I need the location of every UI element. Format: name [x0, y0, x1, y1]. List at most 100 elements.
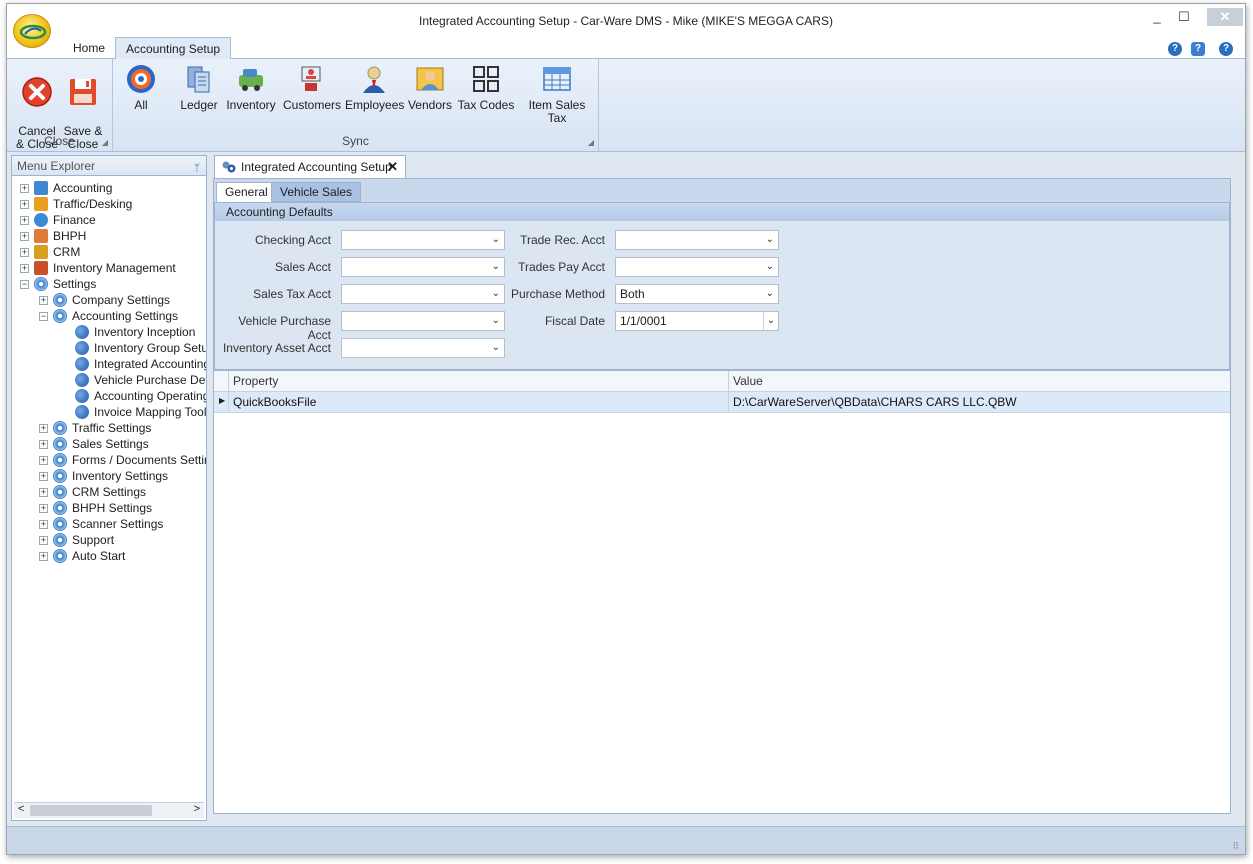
resize-grip-icon[interactable]: ⠿: [1232, 841, 1239, 852]
group-launcher-icon[interactable]: ◢: [588, 138, 594, 147]
gear-icon: [53, 533, 67, 547]
tree-item[interactable]: + Forms / Documents Setting: [12, 452, 206, 468]
tree-item[interactable]: − Accounting Settings: [12, 308, 206, 324]
sync-employees-button[interactable]: Employees: [345, 61, 404, 112]
right-field-select[interactable]: ⌄: [615, 230, 779, 250]
left-field-select[interactable]: ⌄: [341, 338, 505, 358]
tree-item[interactable]: + Support: [12, 532, 206, 548]
cell-value[interactable]: D:\CarWareServer\QBData\CHARS CARS LLC.Q…: [728, 392, 1232, 412]
tree-item[interactable]: + Sales Settings: [12, 436, 206, 452]
tab-vehicle-sales[interactable]: Vehicle Sales: [271, 182, 362, 202]
tree-item[interactable]: Inventory Inception: [12, 324, 206, 340]
chevron-down-icon[interactable]: ⌄: [763, 312, 778, 330]
app-logo-icon[interactable]: [13, 14, 51, 48]
sync-item-sales-tax-button[interactable]: Item Sales Tax: [519, 61, 595, 125]
tree-expander-icon[interactable]: +: [39, 488, 48, 497]
tree-expander-icon[interactable]: +: [20, 184, 29, 193]
tree-expander-icon[interactable]: +: [39, 504, 48, 513]
chevron-down-icon[interactable]: ⌄: [492, 285, 500, 303]
right-field-select[interactable]: 1/1/0001 ⌄: [615, 311, 779, 331]
tree-item[interactable]: + Scanner Settings: [12, 516, 206, 532]
left-field-select[interactable]: ⌄: [341, 311, 505, 331]
sync-customers-button[interactable]: Customers: [283, 61, 342, 112]
tree-item[interactable]: + BHPH: [12, 228, 206, 244]
column-header-property[interactable]: Property: [228, 371, 728, 392]
tree-item[interactable]: + Traffic Settings: [12, 420, 206, 436]
chevron-down-icon[interactable]: ⌄: [492, 231, 500, 249]
tree-expander-icon[interactable]: −: [20, 280, 29, 289]
tree-expander-icon[interactable]: +: [39, 536, 48, 545]
sync-inventory-button[interactable]: Inventory: [225, 61, 277, 112]
minimize-button[interactable]: _: [1144, 8, 1170, 26]
gears-icon: [75, 341, 89, 355]
tree-expander-icon[interactable]: +: [39, 520, 48, 529]
tree-expander-icon[interactable]: +: [39, 552, 48, 561]
tree-item[interactable]: Accounting Operating: [12, 388, 206, 404]
tree-item[interactable]: + Traffic/Desking: [12, 196, 206, 212]
chevron-down-icon[interactable]: ⌄: [766, 231, 774, 249]
left-field-select[interactable]: ⌄: [341, 230, 505, 250]
tree-expander-icon[interactable]: +: [20, 264, 29, 273]
tree-expander-icon[interactable]: +: [39, 456, 48, 465]
chevron-down-icon[interactable]: ⌄: [492, 339, 500, 357]
tree-expander-icon[interactable]: −: [39, 312, 48, 321]
document-tab[interactable]: Integrated Accounting Setup ✕: [214, 155, 406, 178]
right-field-select[interactable]: ⌄: [615, 257, 779, 277]
tree-expander-icon[interactable]: +: [20, 248, 29, 257]
left-field-select[interactable]: ⌄: [341, 257, 505, 277]
sync-ledger-button[interactable]: Ledger: [175, 61, 223, 112]
table-row[interactable]: ▶ QuickBooksFile D:\CarWareServer\QBData…: [214, 392, 1230, 413]
support-chat-icon[interactable]: ?: [1191, 42, 1205, 56]
tab-accounting-setup[interactable]: Accounting Setup: [115, 37, 232, 60]
tab-general[interactable]: General: [216, 182, 277, 202]
left-field-select[interactable]: ⌄: [341, 284, 505, 304]
close-tab-icon[interactable]: ✕: [387, 156, 398, 178]
sync-all-icon: [127, 65, 155, 93]
right-field-select[interactable]: Both ⌄: [615, 284, 779, 304]
tree-item[interactable]: + Accounting: [12, 180, 206, 196]
cell-property[interactable]: QuickBooksFile: [228, 392, 728, 412]
tree-item[interactable]: + Company Settings: [12, 292, 206, 308]
menu-explorer-panel: Menu Explorer ᛘ + Accounting + Traffic/Desk…: [11, 155, 207, 821]
tree-expander-icon[interactable]: +: [20, 232, 29, 241]
close-button[interactable]: ✕: [1207, 8, 1243, 26]
tree-item[interactable]: Inventory Group Setup: [12, 340, 206, 356]
tree-expander-icon[interactable]: +: [20, 216, 29, 225]
tree-item[interactable]: Vehicle Purchase Defa: [12, 372, 206, 388]
tab-home[interactable]: Home: [63, 37, 115, 59]
tree-item[interactable]: + CRM Settings: [12, 484, 206, 500]
sync-all-button[interactable]: All: [123, 61, 159, 112]
about-icon[interactable]: ?: [1219, 42, 1233, 56]
pin-icon[interactable]: ᛘ: [194, 159, 200, 179]
tree-item[interactable]: + Inventory Management: [12, 260, 206, 276]
column-header-value[interactable]: Value: [728, 371, 1232, 392]
tree-item[interactable]: − Settings: [12, 276, 206, 292]
sync-tax-codes-button[interactable]: Tax Codes: [457, 61, 515, 112]
sync-vendors-button[interactable]: Vendors: [407, 61, 453, 112]
tree-item[interactable]: + CRM: [12, 244, 206, 260]
chevron-down-icon[interactable]: ⌄: [766, 258, 774, 276]
tree-expander-icon[interactable]: +: [39, 424, 48, 433]
tree-expander-icon[interactable]: +: [39, 440, 48, 449]
chevron-down-icon[interactable]: ⌄: [492, 312, 500, 330]
tree-expander-icon[interactable]: +: [20, 200, 29, 209]
tree-item[interactable]: Invoice Mapping Tool: [12, 404, 206, 420]
tree-item[interactable]: + Auto Start: [12, 548, 206, 564]
help-icon[interactable]: ?: [1168, 42, 1182, 56]
tree-horizontal-scrollbar[interactable]: < >: [14, 802, 204, 818]
tree-item[interactable]: + Finance: [12, 212, 206, 228]
scroll-right-icon[interactable]: >: [194, 803, 200, 815]
scroll-left-icon[interactable]: <: [18, 803, 24, 815]
status-bar: ⠿: [7, 826, 1245, 854]
tree-item[interactable]: + Inventory Settings: [12, 468, 206, 484]
chevron-down-icon[interactable]: ⌄: [492, 258, 500, 276]
tree-expander-icon[interactable]: +: [39, 472, 48, 481]
chevron-down-icon[interactable]: ⌄: [766, 285, 774, 303]
tree-item[interactable]: Integrated Accounting: [12, 356, 206, 372]
group-launcher-icon[interactable]: ◢: [102, 138, 108, 147]
tree-item[interactable]: + BHPH Settings: [12, 500, 206, 516]
maximize-button[interactable]: ☐: [1171, 8, 1197, 26]
scrollbar-thumb[interactable]: [30, 805, 152, 816]
tree-expander-icon[interactable]: +: [39, 296, 48, 305]
sync-customers-label: Customers: [283, 98, 342, 112]
